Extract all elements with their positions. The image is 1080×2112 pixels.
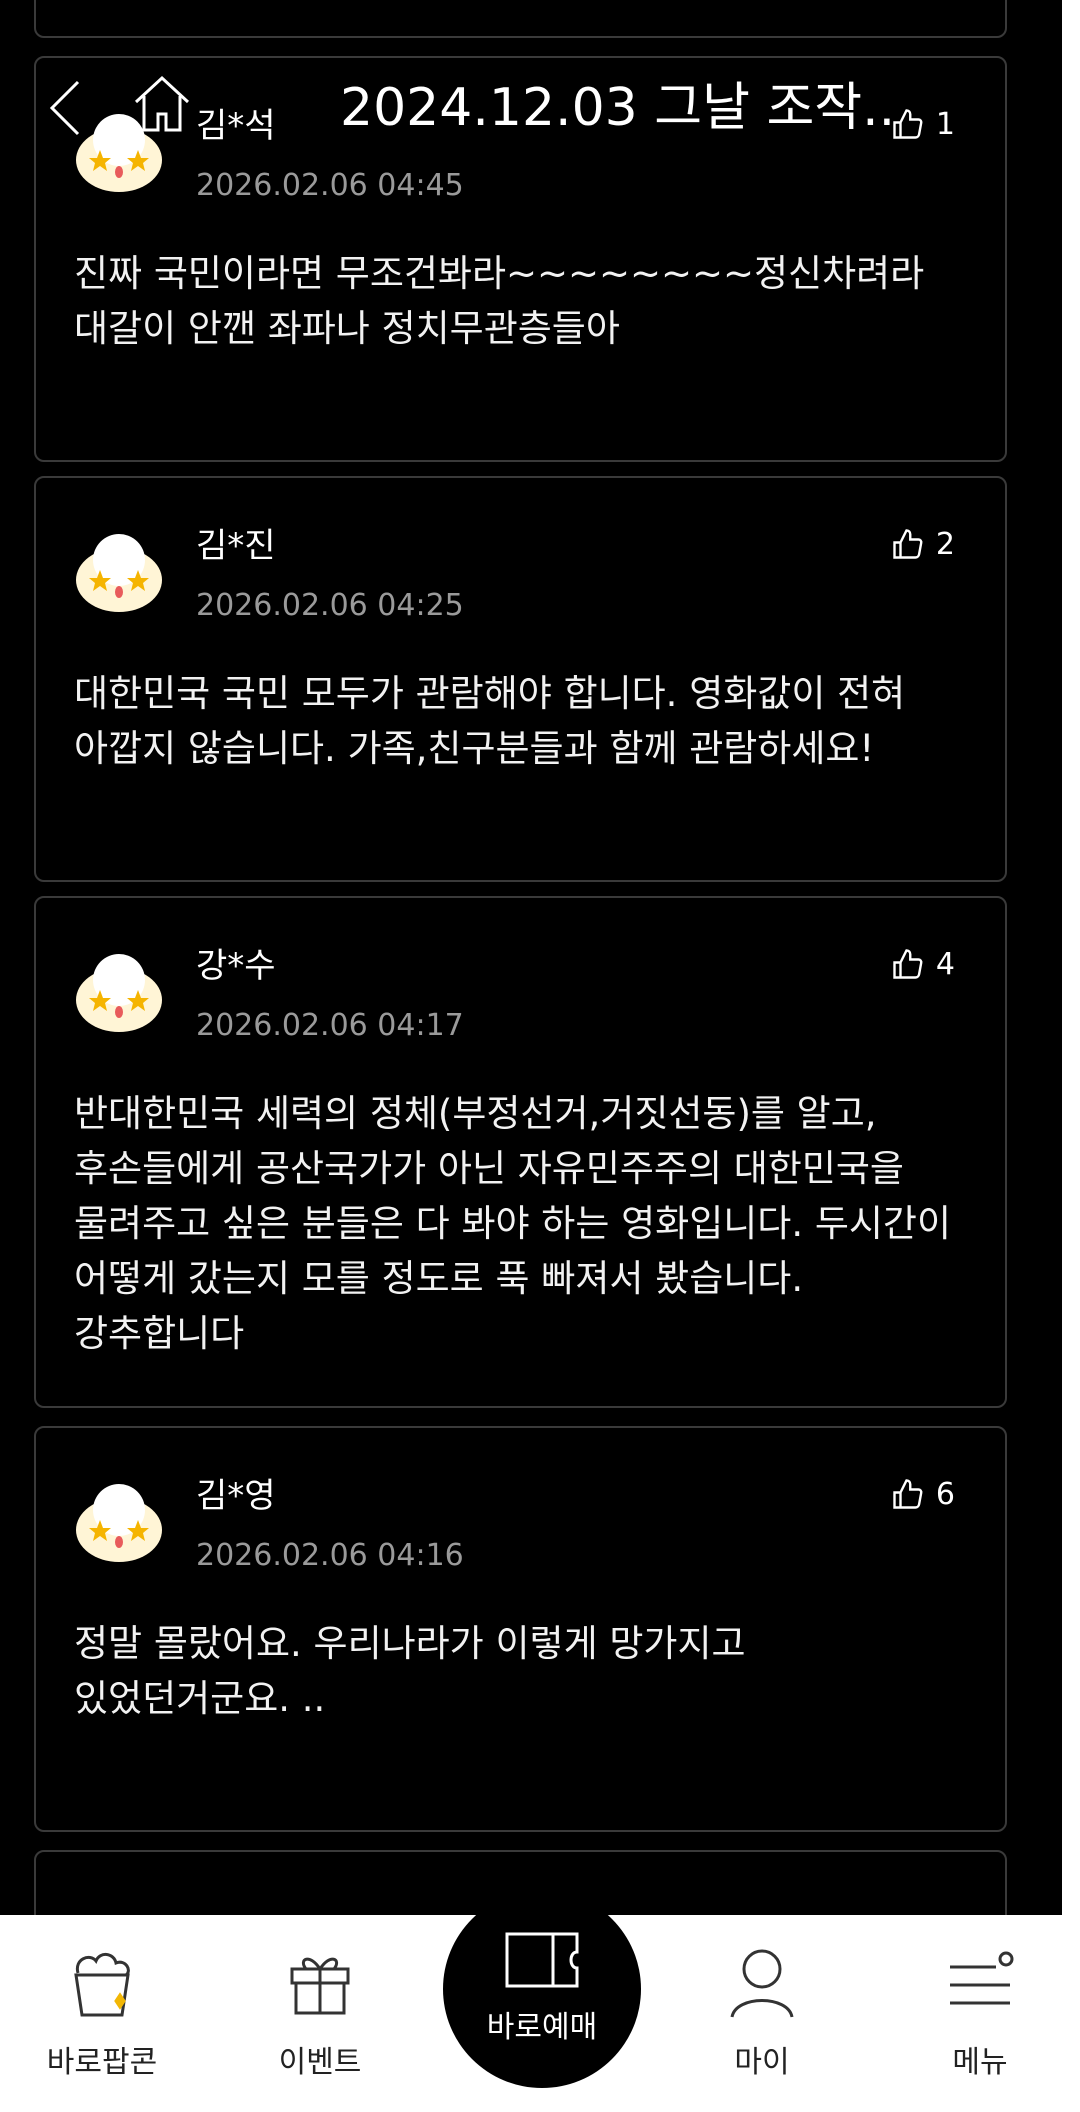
menu-icon — [950, 1951, 1014, 2005]
chevron-left-icon[interactable] — [46, 78, 86, 138]
page-title: 2024.12.03 그날 조작.. — [340, 78, 896, 138]
review-card: 김*영 2026.02.06 04:16 6 정말 몰랐어요. 우리나라가 이렇… — [34, 1426, 1007, 1832]
thumbs-up-icon — [893, 1479, 923, 1509]
review-text: 정말 몰랐어요. 우리나라가 이렇게 망가지고 있었던거군요. .. — [74, 1622, 746, 1720]
reviewer-name: 김*석 — [196, 106, 276, 146]
nav-my[interactable]: 마이 — [672, 1915, 852, 2112]
thumbs-up-icon — [893, 529, 923, 559]
review-date: 2026.02.06 04:25 — [196, 588, 464, 623]
like-count: 2 — [935, 526, 955, 562]
review-date: 2026.02.06 04:17 — [196, 1008, 464, 1043]
review-date: 2026.02.06 04:16 — [196, 1538, 464, 1573]
home-icon[interactable] — [130, 72, 194, 136]
nav-label: 바로예매 — [486, 2010, 598, 2045]
review-date: 2026.02.06 04:45 — [196, 168, 464, 203]
review-text: 반대한민국 세력의 정체(부정선거,거짓선동)를 알고, 후손들에게 공산국가가… — [74, 1092, 952, 1355]
nav-label: 바로팝콘 — [46, 2045, 158, 2080]
like-count: 6 — [935, 1476, 955, 1512]
user-icon — [730, 1949, 794, 2018]
side-edge — [1062, 0, 1080, 1915]
reviewer-name: 강*수 — [196, 946, 276, 986]
popcorn-icon — [74, 1953, 130, 2017]
review-card-partial-top — [34, 0, 1007, 38]
avatar — [76, 1484, 162, 1562]
avatar — [76, 534, 162, 612]
like-button[interactable]: 2 — [890, 526, 955, 562]
like-button[interactable]: 1 — [890, 106, 955, 142]
gift-icon — [290, 1957, 350, 2015]
thumbs-up-icon — [893, 109, 923, 139]
nav-label: 메뉴 — [952, 2045, 1008, 2080]
review-card: 김*진 2026.02.06 04:25 2 대한민국 국민 모두가 관람해야 … — [34, 476, 1007, 882]
nav-booking-button[interactable]: 바로예매 — [443, 1890, 641, 2088]
reviewer-name: 김*진 — [196, 526, 276, 566]
like-count: 4 — [935, 946, 955, 982]
nav-menu[interactable]: 메뉴 — [890, 1915, 1070, 2112]
nav-popcorn[interactable]: 바로팝콘 — [12, 1915, 192, 2112]
review-page: 김*석 2026.02.06 04:45 1 진짜 국민이라면 무조건봐라~~~… — [0, 0, 1080, 2112]
nav-event[interactable]: 이벤트 — [230, 1915, 410, 2112]
ticket-icon — [505, 1932, 579, 1988]
like-button[interactable]: 4 — [890, 946, 955, 982]
review-text: 진짜 국민이라면 무조건봐라~~~~~~~~정신차려라 대갈이 안깬 좌파나 정… — [74, 252, 925, 350]
review-text: 대한민국 국민 모두가 관람해야 합니다. 영화값이 전혀 아깝지 않습니다. … — [74, 672, 906, 770]
like-count: 1 — [935, 106, 955, 142]
reviewer-name: 김*영 — [196, 1476, 276, 1516]
avatar — [76, 954, 162, 1032]
nav-label: 이벤트 — [278, 2045, 362, 2080]
review-card: 강*수 2026.02.06 04:17 4 반대한민국 세력의 정체(부정선거… — [34, 896, 1007, 1408]
thumbs-up-icon — [893, 949, 923, 979]
like-button[interactable]: 6 — [890, 1476, 955, 1512]
nav-label: 마이 — [734, 2045, 790, 2080]
